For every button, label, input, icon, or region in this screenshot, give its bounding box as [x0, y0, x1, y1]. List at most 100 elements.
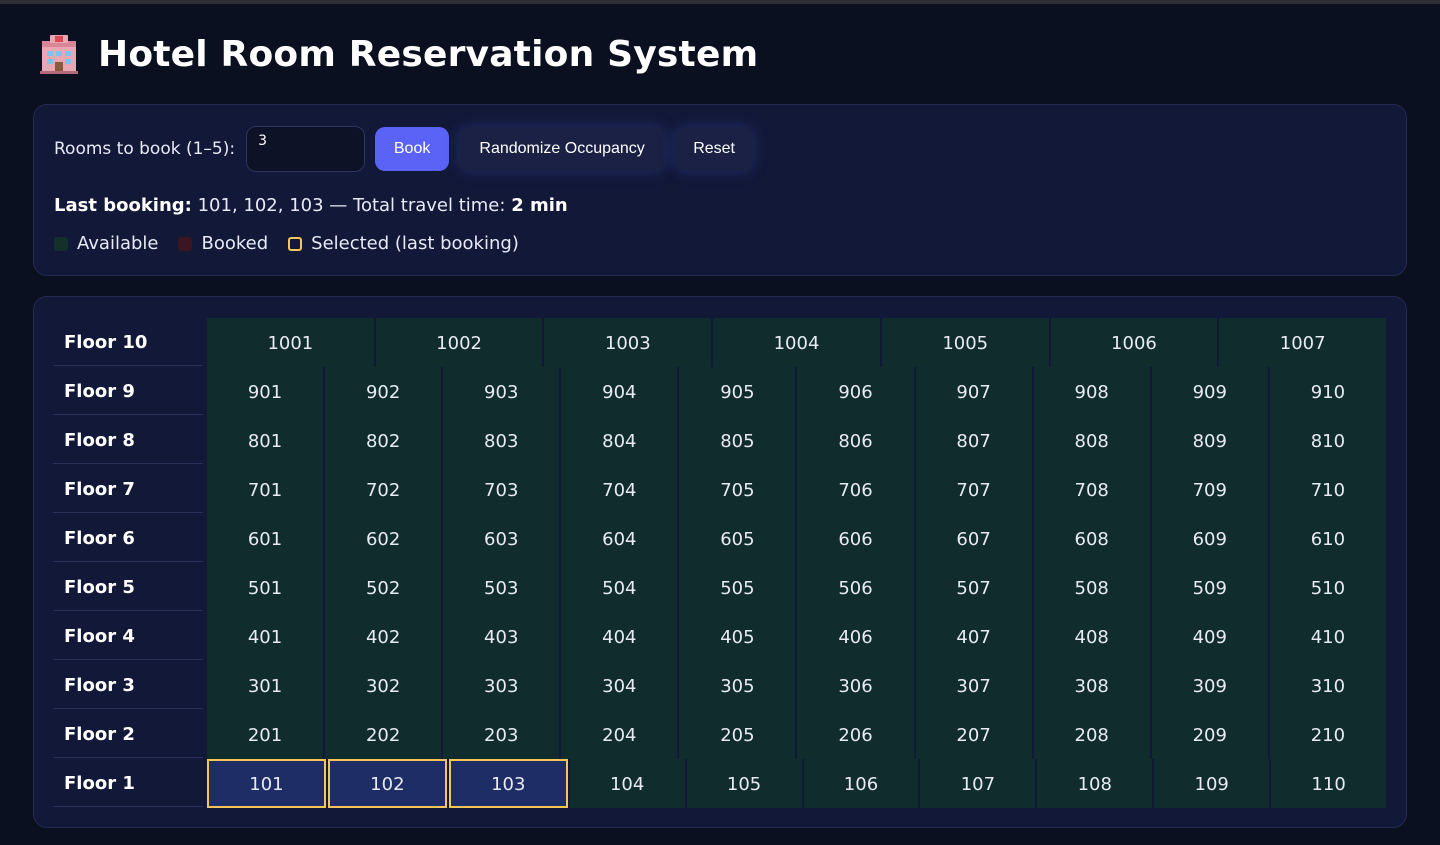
room-cell[interactable]: 708: [1033, 465, 1150, 514]
room-cell[interactable]: 807: [915, 416, 1032, 465]
room-cell[interactable]: 905: [679, 367, 796, 416]
room-cell[interactable]: 505: [679, 563, 796, 612]
room-cell[interactable]: 908: [1033, 367, 1150, 416]
room-cell[interactable]: 1003: [544, 318, 712, 367]
reset-button[interactable]: Reset: [675, 127, 754, 171]
room-cell[interactable]: 401: [207, 612, 324, 661]
room-cell[interactable]: 506: [797, 563, 914, 612]
room-cell[interactable]: 205: [679, 710, 796, 759]
room-cell[interactable]: 608: [1033, 514, 1150, 563]
room-cell[interactable]: 109: [1154, 759, 1270, 808]
room-cell[interactable]: 102: [327, 759, 447, 808]
room-cell[interactable]: 605: [679, 514, 796, 563]
room-cell[interactable]: 610: [1269, 514, 1386, 563]
book-button[interactable]: Book: [375, 127, 450, 171]
room-cell[interactable]: 910: [1269, 367, 1386, 416]
room-cell[interactable]: 806: [797, 416, 914, 465]
room-cell[interactable]: 410: [1269, 612, 1386, 661]
room-cell[interactable]: 703: [443, 465, 560, 514]
room-cell[interactable]: 805: [679, 416, 796, 465]
room-cell[interactable]: 301: [207, 661, 324, 710]
room-cell[interactable]: 804: [561, 416, 678, 465]
room-cell[interactable]: 106: [803, 759, 919, 808]
room-cell[interactable]: 702: [325, 465, 442, 514]
room-cell[interactable]: 502: [325, 563, 442, 612]
room-cell[interactable]: 305: [679, 661, 796, 710]
room-cell[interactable]: 308: [1033, 661, 1150, 710]
room-cell[interactable]: 504: [561, 563, 678, 612]
room-cell[interactable]: 107: [920, 759, 1036, 808]
room-cell[interactable]: 302: [325, 661, 442, 710]
room-cell[interactable]: 705: [679, 465, 796, 514]
room-cell[interactable]: 202: [325, 710, 442, 759]
room-cell[interactable]: 210: [1269, 710, 1386, 759]
room-cell[interactable]: 510: [1269, 563, 1386, 612]
room-cell[interactable]: 406: [797, 612, 914, 661]
room-cell[interactable]: 902: [325, 367, 442, 416]
room-cell[interactable]: 809: [1151, 416, 1268, 465]
room-cell[interactable]: 110: [1271, 759, 1387, 808]
room-cell[interactable]: 405: [679, 612, 796, 661]
room-cell[interactable]: 201: [207, 710, 324, 759]
room-cell[interactable]: 105: [686, 759, 802, 808]
room-cell[interactable]: 508: [1033, 563, 1150, 612]
room-cell[interactable]: 1006: [1050, 318, 1218, 367]
room-cell[interactable]: 407: [915, 612, 1032, 661]
room-cell[interactable]: 903: [443, 367, 560, 416]
room-cell[interactable]: 310: [1269, 661, 1386, 710]
room-cell[interactable]: 402: [325, 612, 442, 661]
room-cell[interactable]: 209: [1151, 710, 1268, 759]
room-cell[interactable]: 901: [207, 367, 324, 416]
rooms-to-book-input[interactable]: [246, 126, 366, 172]
room-cell[interactable]: 507: [915, 563, 1032, 612]
room-cell[interactable]: 203: [443, 710, 560, 759]
room-cell[interactable]: 601: [207, 514, 324, 563]
room-cell[interactable]: 810: [1269, 416, 1386, 465]
room-cell[interactable]: 704: [561, 465, 678, 514]
room-cell[interactable]: 808: [1033, 416, 1150, 465]
room-cell[interactable]: 706: [797, 465, 914, 514]
room-cell[interactable]: 609: [1151, 514, 1268, 563]
room-cell[interactable]: 801: [207, 416, 324, 465]
room-cell[interactable]: 104: [569, 759, 685, 808]
room-cell[interactable]: 409: [1151, 612, 1268, 661]
room-cell[interactable]: 103: [448, 759, 568, 808]
room-cell[interactable]: 307: [915, 661, 1032, 710]
room-cell[interactable]: 803: [443, 416, 560, 465]
room-cell[interactable]: 503: [443, 563, 560, 612]
room-cell[interactable]: 606: [797, 514, 914, 563]
room-cell[interactable]: 208: [1033, 710, 1150, 759]
room-cell[interactable]: 509: [1151, 563, 1268, 612]
room-cell[interactable]: 604: [561, 514, 678, 563]
room-cell[interactable]: 603: [443, 514, 560, 563]
randomize-occupancy-button[interactable]: Randomize Occupancy: [459, 127, 666, 171]
room-cell[interactable]: 206: [797, 710, 914, 759]
room-cell[interactable]: 707: [915, 465, 1032, 514]
room-cell[interactable]: 306: [797, 661, 914, 710]
room-cell[interactable]: 802: [325, 416, 442, 465]
room-cell[interactable]: 1007: [1219, 318, 1387, 367]
room-cell[interactable]: 906: [797, 367, 914, 416]
room-cell[interactable]: 1002: [375, 318, 543, 367]
room-cell[interactable]: 1004: [713, 318, 880, 367]
room-cell[interactable]: 108: [1037, 759, 1153, 808]
room-cell[interactable]: 701: [207, 465, 324, 514]
room-cell[interactable]: 710: [1269, 465, 1386, 514]
room-cell[interactable]: 403: [443, 612, 560, 661]
room-cell[interactable]: 1005: [881, 318, 1049, 367]
room-cell[interactable]: 909: [1151, 367, 1268, 416]
room-cell[interactable]: 907: [915, 367, 1032, 416]
room-cell[interactable]: 304: [561, 661, 678, 710]
room-cell[interactable]: 101: [207, 759, 326, 808]
room-cell[interactable]: 404: [561, 612, 678, 661]
room-cell[interactable]: 408: [1033, 612, 1150, 661]
room-cell[interactable]: 309: [1151, 661, 1268, 710]
room-cell[interactable]: 709: [1151, 465, 1268, 514]
room-cell[interactable]: 602: [325, 514, 442, 563]
room-cell[interactable]: 501: [207, 563, 324, 612]
room-cell[interactable]: 303: [443, 661, 560, 710]
room-cell[interactable]: 204: [561, 710, 678, 759]
room-cell[interactable]: 1001: [207, 318, 374, 367]
room-cell[interactable]: 904: [561, 367, 678, 416]
room-cell[interactable]: 607: [915, 514, 1032, 563]
